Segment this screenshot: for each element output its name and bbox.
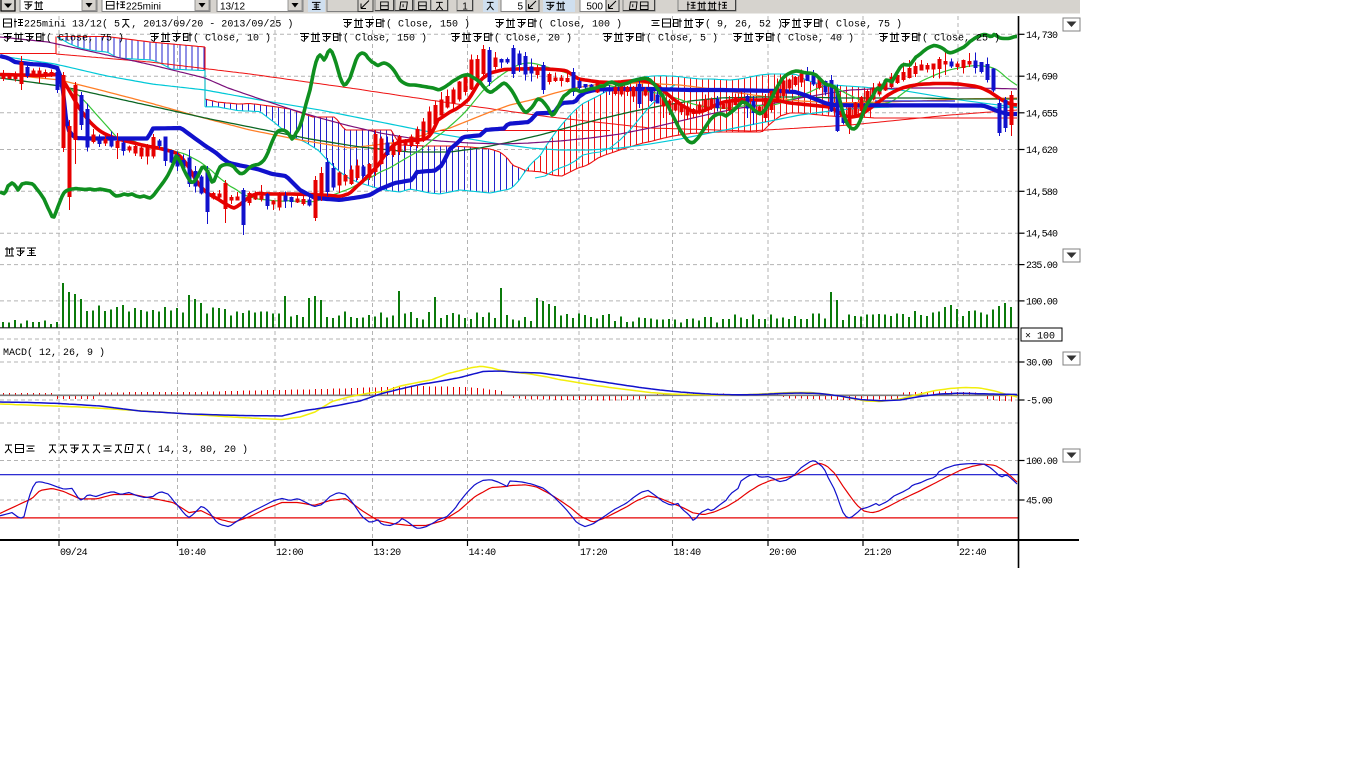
svg-text:( Close, 20 ): ( Close, 20 ): [494, 33, 572, 45]
svg-text:, 2013/09/20 - 2013/09/25 ): , 2013/09/20 - 2013/09/25 ): [131, 19, 293, 31]
svg-text:( Close, 150 ): ( Close, 150 ): [386, 19, 470, 31]
svg-text:13:20: 13:20: [374, 548, 402, 559]
svg-text:1: 1: [462, 2, 468, 13]
svg-text:12:00: 12:00: [276, 548, 304, 559]
svg-text:( Close, 25 ): ( Close, 25 ): [922, 33, 1000, 45]
svg-text:09/24: 09/24: [60, 547, 88, 559]
svg-text:× 100: × 100: [1025, 332, 1055, 343]
svg-text:13/12: 13/12: [220, 2, 245, 13]
svg-text:22:40: 22:40: [959, 548, 987, 559]
svg-text:17:20: 17:20: [580, 548, 608, 559]
svg-text:14,655: 14,655: [1026, 109, 1058, 120]
svg-text:14,730: 14,730: [1026, 31, 1058, 42]
svg-text:-5.00: -5.00: [1026, 397, 1053, 408]
svg-text:( Close, 75 ): ( Close, 75 ): [824, 19, 902, 31]
svg-text:10:40: 10:40: [179, 548, 207, 559]
svg-text:( Close, 150 ): ( Close, 150 ): [343, 33, 427, 45]
svg-text:( Close, 5 ): ( Close, 5 ): [646, 33, 718, 45]
svg-text:45.00: 45.00: [1026, 497, 1053, 508]
svg-text:21:20: 21:20: [864, 548, 892, 559]
svg-text:( Close, 100 ): ( Close, 100 ): [538, 19, 622, 31]
svg-text:225mini 13/12( 5: 225mini 13/12( 5: [24, 19, 120, 31]
svg-text:235.00: 235.00: [1026, 261, 1058, 272]
svg-text:( 14, 3, 80, 20 ): ( 14, 3, 80, 20 ): [146, 444, 248, 456]
svg-text:14,580: 14,580: [1026, 188, 1058, 199]
svg-text:20:00: 20:00: [769, 548, 797, 559]
svg-text:( 9, 26, 52 ): ( 9, 26, 52 ): [705, 19, 783, 31]
svg-text:14,540: 14,540: [1026, 230, 1058, 241]
svg-text:14,620: 14,620: [1026, 146, 1058, 157]
svg-text:100.00: 100.00: [1026, 297, 1058, 308]
svg-text:14:40: 14:40: [469, 548, 497, 559]
svg-text:( Close, 40 ): ( Close, 40 ): [776, 33, 854, 45]
svg-text:500: 500: [586, 2, 603, 13]
svg-text:30.00: 30.00: [1026, 359, 1053, 370]
svg-text:( Close, 75 ): ( Close, 75 ): [46, 33, 124, 45]
svg-text:225mini: 225mini: [126, 2, 161, 13]
svg-text:MACD( 12, 26, 9 ): MACD( 12, 26, 9 ): [3, 347, 105, 359]
svg-text:14,690: 14,690: [1026, 73, 1058, 84]
svg-text:18:40: 18:40: [674, 548, 702, 559]
svg-text:( Close, 10 ): ( Close, 10 ): [193, 33, 271, 45]
svg-text:5: 5: [517, 2, 523, 13]
svg-text:100.00: 100.00: [1026, 457, 1058, 468]
